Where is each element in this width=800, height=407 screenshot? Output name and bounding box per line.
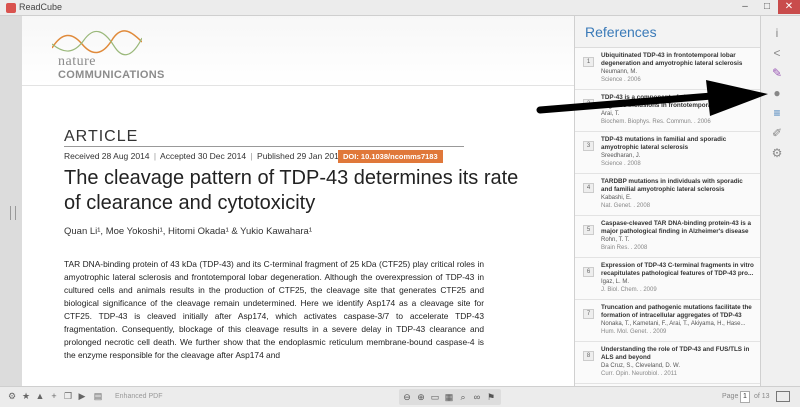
received-date: Received 28 Aug 2014	[64, 151, 150, 161]
reference-authors: Sreedharan, J.	[601, 153, 641, 159]
reference-number: 1	[583, 57, 594, 67]
references-header: References	[575, 16, 760, 48]
reference-item[interactable]: 4 TARDBP mutations in individuals with sp…	[575, 174, 760, 216]
reference-authors: Kabashi, E.	[601, 195, 632, 201]
reference-title[interactable]: Caspase-cleaved TAR DNA-binding protein-…	[601, 220, 754, 236]
maximize-button[interactable]: □	[756, 0, 778, 14]
info-icon[interactable]: i	[768, 24, 786, 42]
references-panel[interactable]: References 1 Ubiquitinated TDP-43 in fron…	[574, 16, 760, 386]
bookmark-icon[interactable]: ⚑	[485, 391, 497, 403]
reference-title[interactable]: Ubiquitinated TDP-43 in frontotemporal l…	[601, 52, 754, 68]
reference-journal: Biochem. Biophys. Res. Commun. . 2006	[601, 119, 711, 125]
journal-logo-icon	[52, 30, 142, 56]
article-abstract: TAR DNA-binding protein of 43 kDa (TDP-4…	[64, 259, 484, 360]
gear-icon[interactable]: ⚙	[6, 391, 18, 402]
reference-authors: Neumann, M.	[601, 69, 638, 75]
highlight-icon[interactable]: ✎	[768, 64, 786, 82]
article-title: The cleavage pattern of TDP-43 determine…	[64, 167, 519, 214]
reference-item[interactable]: 5 Caspase-cleaved TAR DNA-binding protein…	[575, 216, 760, 258]
doi-badge[interactable]: DOI: 10.1038/ncomms7183	[338, 150, 443, 163]
date-separator: |	[250, 151, 253, 161]
reference-item[interactable]: 1 Ubiquitinated TDP-43 in frontotemporal …	[575, 48, 760, 90]
reference-number: 3	[583, 141, 594, 151]
references-list-icon[interactable]: ≡	[768, 104, 786, 122]
reference-item[interactable]: 2 TDP-43 is a component of ubiquitin-posi…	[575, 90, 760, 132]
reference-item[interactable]: 7 Truncation and pathogenic mutations fac…	[575, 300, 760, 342]
accepted-date: Accepted 30 Dec 2014	[160, 151, 247, 161]
published-date: Published 29 Jan 2015	[257, 151, 344, 161]
reference-title[interactable]: Understanding the role of TDP-43 and FUS…	[601, 346, 754, 362]
comment-icon[interactable]: ●	[768, 84, 786, 102]
zoom-out-icon[interactable]: ⊖	[401, 391, 413, 403]
reference-title[interactable]: TDP-43 is a component of ubiquitin-posit…	[601, 94, 754, 110]
reference-journal: Brain Res. . 2008	[601, 245, 648, 251]
copy-icon[interactable]: ❐	[62, 391, 74, 402]
search-icon[interactable]: ⌕	[457, 391, 469, 403]
edit-icon[interactable]: ✐	[768, 124, 786, 142]
fullscreen-icon[interactable]	[776, 391, 790, 402]
reference-number: 6	[583, 267, 594, 277]
share-icon[interactable]: <	[768, 44, 786, 62]
tool-strip: i < ✎ ● ≡ ✐ ⚙	[760, 16, 800, 386]
binoculars-icon[interactable]: ∞	[471, 391, 483, 403]
reference-journal: Science . 2008	[601, 161, 641, 167]
reference-number: 4	[583, 183, 594, 193]
reference-item[interactable]: 8 Understanding the role of TDP-43 and FU…	[575, 342, 760, 384]
date-separator: |	[153, 151, 157, 161]
reference-authors: Arai, T.	[601, 111, 620, 117]
page-total: of 13	[754, 393, 770, 400]
reference-journal: Hum. Mol. Genet. . 2009	[601, 329, 667, 335]
minimize-button[interactable]: –	[734, 0, 756, 14]
reference-title[interactable]: Truncation and pathogenic mutations faci…	[601, 304, 754, 320]
left-panel-handle-icon[interactable]	[10, 206, 16, 220]
document-icon[interactable]: ▤	[92, 391, 104, 402]
thumbs-up-icon[interactable]: ▲	[34, 391, 46, 401]
reference-title[interactable]: TARDBP mutations in individuals with spo…	[601, 178, 754, 194]
reference-title[interactable]: TDP-43 mutations in familial and sporadi…	[601, 136, 754, 152]
view-controls: ⊖ ⊕ ▭ ▦ ⌕ ∞ ⚑	[399, 389, 501, 405]
reference-journal: Nat. Genet. . 2008	[601, 203, 651, 209]
reference-number: 5	[583, 225, 594, 235]
close-button[interactable]: ✕	[778, 0, 800, 14]
bottom-toolbar: ⚙ ★ ▲ + ❐ ▶ ▤ Enhanced PDF ⊖ ⊕ ▭ ▦ ⌕ ∞ ⚑…	[0, 386, 800, 407]
settings-icon[interactable]: ⚙	[768, 144, 786, 162]
title-bar: ReadCube – □ ✕	[0, 0, 800, 16]
reference-authors: Da Cruz, S., Cleveland, D. W.	[601, 363, 681, 369]
journal-subname: COMMUNICATIONS	[58, 69, 165, 81]
reference-item[interactable]: 6 Expression of TDP-43 C-terminal fragmen…	[575, 258, 760, 300]
reference-number: 8	[583, 351, 594, 361]
enhanced-pdf-label[interactable]: Enhanced PDF	[115, 393, 162, 400]
article-type-label: ARTICLE	[64, 128, 139, 145]
page-number-input[interactable]: 1	[740, 391, 750, 403]
reference-journal: Curr. Opin. Neurobiol. . 2011	[601, 371, 677, 377]
app-title: ReadCube	[19, 2, 63, 12]
play-icon[interactable]: ▶	[76, 391, 88, 402]
fit-page-icon[interactable]: ▭	[429, 391, 441, 403]
article-authors: Quan Li¹, Moe Yokoshi¹, Hitomi Okada¹ & …	[64, 226, 313, 237]
page-label: Page	[722, 393, 739, 400]
readcube-logo-icon	[6, 3, 16, 13]
print-icon[interactable]: ▦	[443, 391, 455, 403]
reference-authors: Rohn, T. T.	[601, 237, 630, 243]
reference-journal: Science . 2006	[601, 77, 641, 83]
reference-title[interactable]: Expression of TDP-43 C-terminal fragment…	[601, 262, 754, 278]
journal-banner: nature COMMUNICATIONS	[22, 16, 574, 86]
reference-number: 2	[583, 99, 594, 109]
pdf-page[interactable]: nature COMMUNICATIONS ARTICLE Received 2…	[22, 16, 574, 386]
reference-authors: Igaz, L. M.	[601, 279, 630, 285]
reference-item[interactable]: 3 TDP-43 mutations in familial and sporad…	[575, 132, 760, 174]
reference-journal: J. Biol. Chem. . 2009	[601, 287, 657, 293]
journal-name: nature	[58, 54, 96, 69]
star-icon[interactable]: ★	[20, 391, 32, 402]
reference-number: 7	[583, 309, 594, 319]
add-icon[interactable]: +	[48, 391, 60, 401]
references-list[interactable]: 1 Ubiquitinated TDP-43 in frontotemporal …	[575, 48, 760, 386]
reference-authors: Nonaka, T., Kametani, F., Arai, T., Akiy…	[601, 321, 746, 327]
zoom-in-icon[interactable]: ⊕	[415, 391, 427, 403]
